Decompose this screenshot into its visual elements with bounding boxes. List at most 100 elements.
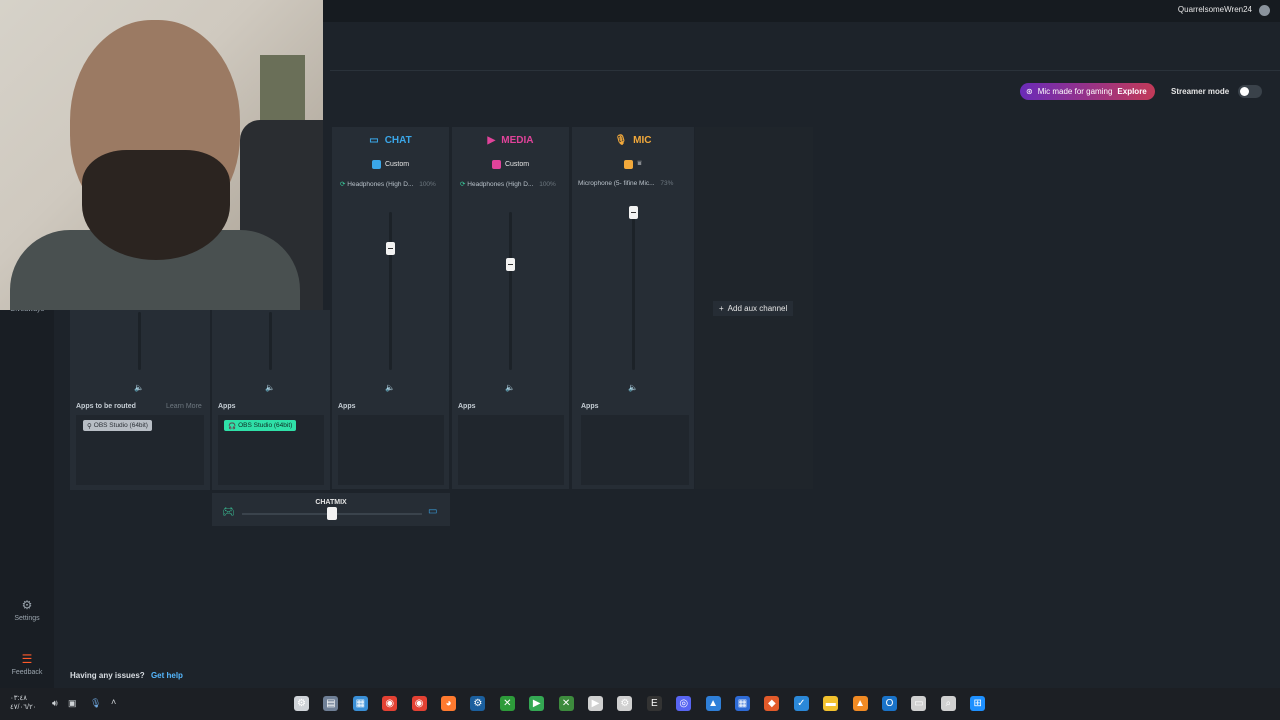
steelseries-icon[interactable]: ⚙	[617, 696, 633, 711]
network-icon[interactable]: ▣	[68, 698, 77, 709]
media-icon: ▶	[487, 134, 496, 146]
volume-icon[interactable]: 🔊︎	[52, 698, 58, 709]
fader-track[interactable]	[509, 212, 512, 370]
media-icon[interactable]: ▶	[588, 696, 603, 711]
app-chip-obs[interactable]: ⚲ OBS Studio (64bit)	[83, 420, 152, 431]
equalizer-icon: ⩸	[637, 160, 642, 167]
chat-icon: ▭	[369, 134, 379, 146]
outlook-icon[interactable]: O	[882, 696, 897, 711]
device-selector-media[interactable]: ⟳ Headphones (High D... 100%	[460, 180, 568, 190]
apps-drop-zone[interactable]	[458, 415, 564, 485]
preset-selector-mic[interactable]: ⩸	[572, 158, 694, 170]
mic-tray-icon[interactable]: 🎙︎	[90, 698, 101, 709]
taskbar	[0, 688, 1280, 720]
apps-section-label: Apps	[581, 403, 599, 410]
headphones-icon: 🎧	[228, 422, 237, 430]
help-footer: Having any issues? Get help	[70, 671, 183, 680]
apps-section-label: Apps	[218, 403, 236, 410]
apps-section-label: Apps	[338, 403, 356, 410]
plus-icon: +	[719, 304, 724, 313]
preset-selector-chat[interactable]: Custom	[332, 158, 449, 170]
chevron-up-icon[interactable]: ˄	[111, 697, 116, 707]
notepad-icon[interactable]: ▦	[352, 696, 368, 711]
learn-more-link[interactable]: Learn More	[166, 403, 202, 410]
device-selector-mic[interactable]: Microphone (5- fifine Mic... 73%	[578, 180, 688, 190]
chatmix-knob[interactable]	[327, 507, 337, 520]
file-icon[interactable]: ▤	[323, 696, 339, 711]
fader-track[interactable]	[138, 312, 141, 370]
apps-drop-zone[interactable]	[338, 415, 444, 485]
get-help-link[interactable]: Get help	[151, 671, 183, 680]
folder-icon[interactable]: ▬	[823, 696, 839, 711]
chrome-icon[interactable]: ◉	[411, 696, 427, 711]
discord-icon[interactable]: ◎	[676, 696, 692, 711]
gplay-icon[interactable]: ▶	[529, 696, 545, 711]
store-icon[interactable]: ▦	[735, 696, 750, 711]
search-icon[interactable]: ⌕	[940, 696, 956, 711]
xbox-app-icon[interactable]: ✕	[558, 696, 574, 711]
avatar[interactable]	[1259, 5, 1270, 16]
channel-header-mic: 🎙 MIC	[572, 130, 694, 150]
chatmix-panel: CHATMIX 🎮︎ ▭	[212, 493, 450, 526]
tray-date: ٤٧/۰٦/٢٠	[10, 704, 37, 711]
speaker-icon[interactable]: 🔈	[264, 383, 276, 393]
apps-drop-zone[interactable]	[581, 415, 689, 485]
channel-header-chat: ▭ CHAT	[332, 130, 449, 150]
office-icon[interactable]: ◆	[764, 696, 780, 711]
fader-knob-mic[interactable]	[629, 206, 638, 219]
sidebar-item-settings[interactable]: ⚙ Settings	[0, 598, 54, 622]
channel-header-media: ▶ MEDIA	[452, 130, 569, 150]
fader-track[interactable]	[389, 212, 392, 370]
epic-icon[interactable]: E	[646, 696, 662, 711]
device-volume: 73%	[660, 180, 674, 187]
firefox-icon[interactable]: ◕	[441, 696, 456, 711]
fader-track[interactable]	[632, 212, 635, 370]
speaker-icon[interactable]: 🔈	[384, 383, 396, 393]
fader-knob-chat[interactable]	[386, 242, 395, 256]
explore-link[interactable]: Explore	[1117, 87, 1146, 96]
device-volume: 100%	[539, 181, 556, 188]
sonar-icon[interactable]: ⚙	[294, 696, 309, 711]
speaker-icon[interactable]: 🔈	[133, 383, 145, 393]
channel-name: MEDIA	[501, 134, 534, 146]
apps-section-label: Apps to be routed	[76, 403, 136, 410]
todo-icon[interactable]: ✓	[793, 696, 809, 711]
streamer-mode-toggle[interactable]	[1238, 85, 1262, 98]
chrome-icon[interactable]: ◉	[382, 696, 398, 711]
mic-promo-banner[interactable]: ⊛ Mic made for gaming Explore	[1020, 83, 1155, 100]
webcam-overlay	[0, 0, 323, 310]
link-icon: ⟳	[460, 181, 466, 188]
app-chip-obs[interactable]: 🎧 OBS Studio (64bit)	[224, 420, 297, 431]
photos-icon[interactable]: ▲	[705, 696, 721, 711]
taskview-icon[interactable]: ▭	[911, 696, 927, 711]
start-icon[interactable]: ⊞	[970, 696, 986, 711]
add-aux-button[interactable]: + Add aux channel	[713, 301, 794, 316]
system-tray-clock[interactable]: ۰۳:٤٨ ٤٧/۰٦/٢٠	[10, 694, 36, 712]
tray-time: ۰۳:٤٨	[10, 695, 27, 702]
add-aux-label: Add aux channel	[727, 304, 788, 313]
channel-name: CHAT	[384, 134, 412, 146]
gear-icon: ⚙	[21, 598, 33, 612]
gamepad-icon: 🎮︎	[222, 507, 235, 518]
fader-track[interactable]	[269, 312, 272, 370]
header-divider	[330, 70, 1280, 71]
speaker-icon[interactable]: 🔈	[627, 383, 639, 393]
preset-label: Custom	[384, 160, 410, 168]
pin-icon: ⚲	[87, 422, 92, 430]
apps-section-label: Apps	[458, 403, 476, 410]
preset-color-icon	[491, 159, 501, 169]
steam-icon[interactable]: ⚙	[470, 696, 486, 711]
speaker-icon[interactable]: 🔈	[504, 383, 516, 393]
device-label: Headphones (High D...	[467, 181, 534, 188]
device-selector-chat[interactable]: ⟳ Headphones (High D... 100%	[340, 180, 448, 190]
aimp-icon[interactable]: ▲	[852, 696, 868, 711]
preset-color-icon	[624, 159, 634, 169]
preset-color-icon	[371, 159, 381, 169]
app-chip-label: OBS Studio (64bit)	[93, 422, 148, 429]
preset-selector-media[interactable]: Custom	[452, 158, 569, 170]
fader-knob-media[interactable]	[506, 258, 515, 272]
username[interactable]: QuarrelsomeWren24	[1178, 5, 1252, 14]
xbox-icon[interactable]: ✕	[499, 696, 515, 711]
promo-text: Mic made for gaming	[1037, 87, 1113, 96]
sidebar-item-feedback[interactable]: ☰ Feedback	[0, 652, 54, 676]
